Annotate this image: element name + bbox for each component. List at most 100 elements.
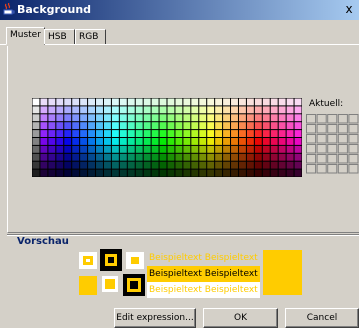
palette-swatch[interactable] bbox=[80, 114, 88, 122]
palette-swatch[interactable] bbox=[48, 138, 56, 145]
palette-swatch[interactable] bbox=[231, 122, 238, 130]
palette-swatch[interactable] bbox=[231, 98, 238, 106]
palette-swatch[interactable] bbox=[286, 122, 294, 130]
palette-swatch[interactable] bbox=[223, 122, 231, 130]
palette-swatch[interactable] bbox=[191, 130, 199, 137]
palette-swatch[interactable] bbox=[40, 169, 48, 177]
current-color-cell[interactable] bbox=[316, 124, 327, 134]
palette-swatch[interactable] bbox=[127, 114, 135, 122]
palette-swatch[interactable] bbox=[191, 161, 199, 169]
palette-swatch[interactable] bbox=[191, 98, 199, 106]
palette-swatch[interactable] bbox=[167, 153, 175, 161]
palette-swatch[interactable] bbox=[223, 153, 231, 161]
palette-swatch[interactable] bbox=[199, 130, 207, 137]
palette-swatch[interactable] bbox=[135, 138, 143, 145]
palette-swatch[interactable] bbox=[143, 169, 151, 177]
palette-swatch[interactable] bbox=[254, 130, 262, 137]
palette-swatch[interactable] bbox=[40, 98, 48, 106]
palette-swatch[interactable] bbox=[143, 161, 151, 169]
palette-swatch[interactable] bbox=[80, 98, 88, 106]
palette-swatch[interactable] bbox=[215, 98, 223, 106]
palette-swatch[interactable] bbox=[215, 169, 223, 177]
current-color-cell[interactable] bbox=[306, 124, 317, 134]
current-color-cell[interactable] bbox=[306, 164, 317, 174]
palette-swatch[interactable] bbox=[72, 153, 80, 161]
palette-swatch[interactable] bbox=[262, 138, 270, 145]
palette-swatch[interactable] bbox=[103, 138, 111, 145]
current-colors-grid[interactable] bbox=[306, 114, 359, 174]
palette-swatch[interactable] bbox=[167, 138, 175, 145]
palette-swatch[interactable] bbox=[135, 153, 143, 161]
palette-swatch[interactable] bbox=[223, 161, 231, 169]
palette-swatch[interactable] bbox=[96, 169, 103, 177]
palette-swatch[interactable] bbox=[80, 169, 88, 177]
palette-swatch[interactable] bbox=[96, 114, 103, 122]
palette-swatch[interactable] bbox=[56, 153, 64, 161]
palette-swatch[interactable] bbox=[96, 138, 103, 145]
palette-swatch[interactable] bbox=[254, 161, 262, 169]
palette-swatch[interactable] bbox=[167, 98, 175, 106]
palette-swatch[interactable] bbox=[199, 138, 207, 145]
current-color-cell[interactable] bbox=[306, 114, 317, 124]
palette-swatch[interactable] bbox=[246, 161, 254, 169]
palette-swatch[interactable] bbox=[111, 145, 119, 153]
palette-swatch[interactable] bbox=[143, 130, 151, 137]
palette-swatch[interactable] bbox=[48, 98, 56, 106]
current-color-cell[interactable] bbox=[316, 134, 327, 144]
palette-swatch[interactable] bbox=[278, 130, 286, 137]
palette-swatch[interactable] bbox=[151, 106, 159, 114]
palette-swatch[interactable] bbox=[159, 153, 167, 161]
palette-swatch[interactable] bbox=[175, 138, 183, 145]
palette-swatch[interactable] bbox=[294, 169, 302, 177]
palette-swatch[interactable] bbox=[238, 145, 246, 153]
palette-swatch[interactable] bbox=[64, 98, 72, 106]
palette-swatch[interactable] bbox=[40, 145, 48, 153]
palette-swatch[interactable] bbox=[175, 98, 183, 106]
palette-swatch[interactable] bbox=[183, 161, 191, 169]
palette-swatch[interactable] bbox=[199, 114, 207, 122]
edit-expression-button[interactable]: Edit expression... bbox=[114, 308, 196, 328]
palette-swatch[interactable] bbox=[96, 98, 103, 106]
palette-swatch[interactable] bbox=[40, 153, 48, 161]
palette-swatch[interactable] bbox=[238, 114, 246, 122]
palette-swatch[interactable] bbox=[199, 153, 207, 161]
palette-swatch[interactable] bbox=[111, 114, 119, 122]
palette-swatch[interactable] bbox=[127, 106, 135, 114]
palette-swatch[interactable] bbox=[175, 153, 183, 161]
palette-swatch[interactable] bbox=[278, 106, 286, 114]
palette-swatch[interactable] bbox=[159, 138, 167, 145]
palette-swatch[interactable] bbox=[64, 153, 72, 161]
palette-swatch[interactable] bbox=[32, 169, 40, 177]
palette-swatch[interactable] bbox=[231, 106, 238, 114]
palette-swatch[interactable] bbox=[48, 106, 56, 114]
palette-swatch[interactable] bbox=[294, 153, 302, 161]
palette-swatch[interactable] bbox=[88, 98, 96, 106]
palette-swatch[interactable] bbox=[238, 106, 246, 114]
palette-swatch[interactable] bbox=[231, 145, 238, 153]
palette-swatch[interactable] bbox=[223, 145, 231, 153]
palette-swatch[interactable] bbox=[183, 145, 191, 153]
palette-swatch[interactable] bbox=[88, 130, 96, 137]
palette-swatch[interactable] bbox=[151, 161, 159, 169]
palette-swatch[interactable] bbox=[223, 98, 231, 106]
palette-swatch[interactable] bbox=[175, 161, 183, 169]
palette-swatch[interactable] bbox=[32, 138, 40, 145]
current-color-cell[interactable] bbox=[327, 134, 338, 144]
palette-swatch[interactable] bbox=[127, 169, 135, 177]
palette-swatch[interactable] bbox=[48, 130, 56, 137]
palette-swatch[interactable] bbox=[175, 145, 183, 153]
palette-swatch[interactable] bbox=[103, 98, 111, 106]
palette-swatch[interactable] bbox=[135, 114, 143, 122]
palette-swatch[interactable] bbox=[135, 98, 143, 106]
palette-swatch[interactable] bbox=[223, 169, 231, 177]
palette-swatch[interactable] bbox=[143, 145, 151, 153]
palette-swatch[interactable] bbox=[88, 114, 96, 122]
palette-swatch[interactable] bbox=[159, 106, 167, 114]
cancel-button[interactable]: Cancel bbox=[285, 308, 359, 328]
palette-swatch[interactable] bbox=[254, 106, 262, 114]
palette-swatch[interactable] bbox=[207, 169, 215, 177]
palette-swatch[interactable] bbox=[56, 169, 64, 177]
palette-swatch[interactable] bbox=[119, 114, 127, 122]
palette-swatch[interactable] bbox=[151, 114, 159, 122]
palette-swatch[interactable] bbox=[80, 153, 88, 161]
